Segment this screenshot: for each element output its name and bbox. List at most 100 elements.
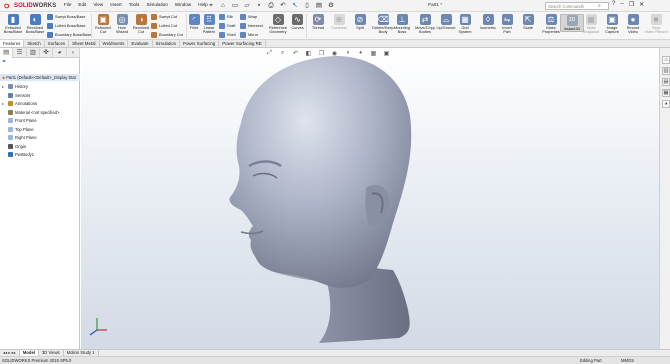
display-manager-tab-icon[interactable]: ◕: [53, 48, 67, 58]
tree-item-sensors[interactable]: Sensors: [8, 92, 30, 99]
save-icon[interactable]: ▪: [255, 1, 263, 10]
dimxpert-tab-icon[interactable]: ✜: [40, 48, 54, 58]
filter-icon[interactable]: ⏷: [2, 59, 6, 65]
solidworks-logo[interactable]: ﾷ SOLIDWORKS: [3, 1, 56, 11]
rebuild-icon[interactable]: ▯: [303, 1, 311, 10]
undo-icon[interactable]: ↶: [279, 1, 287, 10]
zoom-to-fit-icon[interactable]: ⤢: [266, 50, 273, 57]
tree-item-top-plane[interactable]: Top Plane: [8, 126, 34, 133]
file-properties-icon[interactable]: ▤: [315, 1, 323, 10]
configuration-manager-tab-icon[interactable]: ▥: [27, 48, 40, 58]
print-icon[interactable]: ⎙: [267, 1, 275, 10]
tab-weldments[interactable]: Weldments: [100, 40, 129, 47]
tree-item-history[interactable]: ▸ History: [2, 83, 28, 90]
grid-system-button[interactable]: ▦ Grid System: [455, 14, 475, 35]
tab-surfaces[interactable]: Surfaces: [45, 40, 70, 47]
select-icon[interactable]: ↖: [291, 1, 299, 10]
section-view-icon[interactable]: ◧: [305, 50, 312, 57]
new-icon[interactable]: ▭: [231, 1, 239, 10]
intersect-button[interactable]: Intersect: [240, 22, 263, 29]
feature-tree-tab-icon[interactable]: ▤: [0, 48, 14, 58]
mirror-button[interactable]: Mirror: [240, 31, 258, 38]
split-button[interactable]: ⊘ Split: [350, 14, 370, 30]
menu-file[interactable]: File: [64, 2, 71, 7]
file-explorer-icon[interactable]: ▤: [662, 78, 670, 86]
swept-boss-button[interactable]: Swept Boss/Base: [47, 13, 86, 20]
extruded-cut-button[interactable]: ▣ Extruded Cut: [93, 14, 113, 35]
menu-simulation[interactable]: Simulation: [146, 2, 167, 7]
hole-wizard-button[interactable]: ◎ Hole Wizard: [113, 14, 131, 35]
property-manager-tab-icon[interactable]: ☰: [13, 48, 27, 58]
graphics-viewport[interactable]: ⤢ ⌕ ↶ ◧ ❒ ◉ ◑ ◕ ▦ ▣: [81, 48, 659, 349]
image-capture-button[interactable]: ▣ Image Capture: [602, 14, 622, 35]
shell-button[interactable]: Shell: [219, 31, 236, 38]
revolved-boss-button[interactable]: ◐ Revolved Boss/Base: [24, 14, 46, 35]
solidworks-resources-icon[interactable]: ⌂: [662, 56, 670, 64]
reference-geometry-button[interactable]: ◇ Reference Geometry: [266, 14, 290, 35]
menu-edit[interactable]: Edit: [78, 2, 86, 7]
design-library-icon[interactable]: ▥: [662, 67, 670, 75]
tree-item-pwrbody1[interactable]: PwrBody1: [8, 151, 34, 158]
tab-power-surfacing-re[interactable]: Power Surfacing RE: [219, 40, 266, 47]
tab-sketch[interactable]: Sketch: [24, 40, 45, 47]
tree-item-right-plane[interactable]: Right Plane: [8, 134, 37, 141]
menu-insert[interactable]: Insert: [110, 2, 122, 7]
edit-appearance-icon[interactable]: ◕: [357, 50, 364, 57]
units-text[interactable]: MMGS: [621, 357, 634, 364]
curves-button[interactable]: ∿ Curves: [290, 14, 305, 30]
draft-button[interactable]: Draft: [219, 22, 235, 29]
tree-root-part[interactable]: ◆ Part1 (Default<<Default>_Display Stat: [0, 74, 80, 81]
tree-item-front-plane[interactable]: Front Plane: [8, 117, 37, 124]
search-icon[interactable]: ⌕: [598, 3, 601, 9]
swept-cut-button[interactable]: Swept Cut: [151, 13, 177, 20]
wrap-button[interactable]: Wrap: [240, 13, 257, 20]
menu-tools[interactable]: Tools: [129, 2, 140, 7]
display-style-icon[interactable]: ◉: [331, 50, 338, 57]
expand-arrow-icon[interactable]: ▸: [2, 100, 4, 107]
fillet-button[interactable]: ◜ Fillet: [187, 14, 201, 30]
invert-part-button[interactable]: ⇋ Invert Part: [497, 14, 517, 35]
help-icon[interactable]: ?: [612, 1, 615, 8]
mounting-boss-button[interactable]: ⊥ Mounting Boss: [392, 14, 412, 35]
tab-sheet-metal[interactable]: Sheet Metal: [69, 40, 100, 47]
view-palette-icon[interactable]: ▦: [662, 89, 670, 97]
rib-button[interactable]: Rib: [219, 13, 233, 20]
pin-icon[interactable]: ⌖: [207, 1, 215, 10]
restore-icon[interactable]: ❐: [629, 1, 634, 8]
tab-evaluate[interactable]: Evaluate: [128, 40, 153, 47]
lofted-boss-button[interactable]: Lofted Boss/Base: [47, 22, 86, 29]
linear-pattern-button[interactable]: ⠿ Linear Pattern: [201, 14, 217, 35]
zoom-area-icon[interactable]: ⌕: [279, 50, 286, 57]
appearances-icon[interactable]: ◕: [662, 100, 670, 108]
tree-item-annotations[interactable]: ▸ Annotations: [2, 100, 37, 107]
boundary-boss-button[interactable]: Boundary Boss/Base: [47, 31, 91, 38]
combine-button[interactable]: ⊕ Combine: [329, 14, 349, 30]
lofted-cut-button[interactable]: Lofted Cut: [151, 22, 177, 29]
close-icon[interactable]: ✕: [639, 1, 644, 8]
view-settings-icon[interactable]: ▣: [383, 50, 390, 57]
boundary-cut-button[interactable]: Boundary Cut: [151, 31, 183, 38]
tree-item-origin[interactable]: Origin: [8, 143, 26, 150]
tab-power-surfacing[interactable]: Power Surfacing: [180, 40, 220, 47]
menu-view[interactable]: View: [93, 2, 103, 7]
tab-features[interactable]: Features: [0, 40, 25, 47]
record-video-button[interactable]: ● Record Video: [623, 14, 643, 35]
table-snapshot-button[interactable]: ▦ Table Snapshot: [581, 14, 601, 35]
home-icon[interactable]: ⌂: [219, 1, 227, 10]
revolved-cut-button[interactable]: ◑ Revolved Cut: [131, 14, 151, 35]
scale-button[interactable]: ⇱ Scale: [518, 14, 538, 30]
thread-button[interactable]: ⟳ Thread: [308, 14, 328, 30]
apply-scene-icon[interactable]: ▦: [370, 50, 377, 57]
stop-video-record-button[interactable]: ■ Stop Video Record: [644, 14, 668, 35]
open-icon[interactable]: ▱: [243, 1, 251, 10]
view-orientation-icon[interactable]: ❒: [318, 50, 325, 57]
previous-view-icon[interactable]: ↶: [292, 50, 299, 57]
tab-simulation[interactable]: Simulation: [153, 40, 181, 47]
expand-arrow-icon[interactable]: ▸: [2, 83, 4, 90]
head-model[interactable]: [81, 48, 659, 349]
hide-show-icon[interactable]: ◑: [344, 50, 351, 57]
minimize-icon[interactable]: ‒: [620, 1, 623, 8]
options-icon[interactable]: ⚙: [327, 1, 335, 10]
extruded-boss-button[interactable]: ▮ Extruded Boss/Base: [2, 14, 24, 35]
tree-item-material-not-specified[interactable]: Material <not specified>: [8, 109, 59, 116]
